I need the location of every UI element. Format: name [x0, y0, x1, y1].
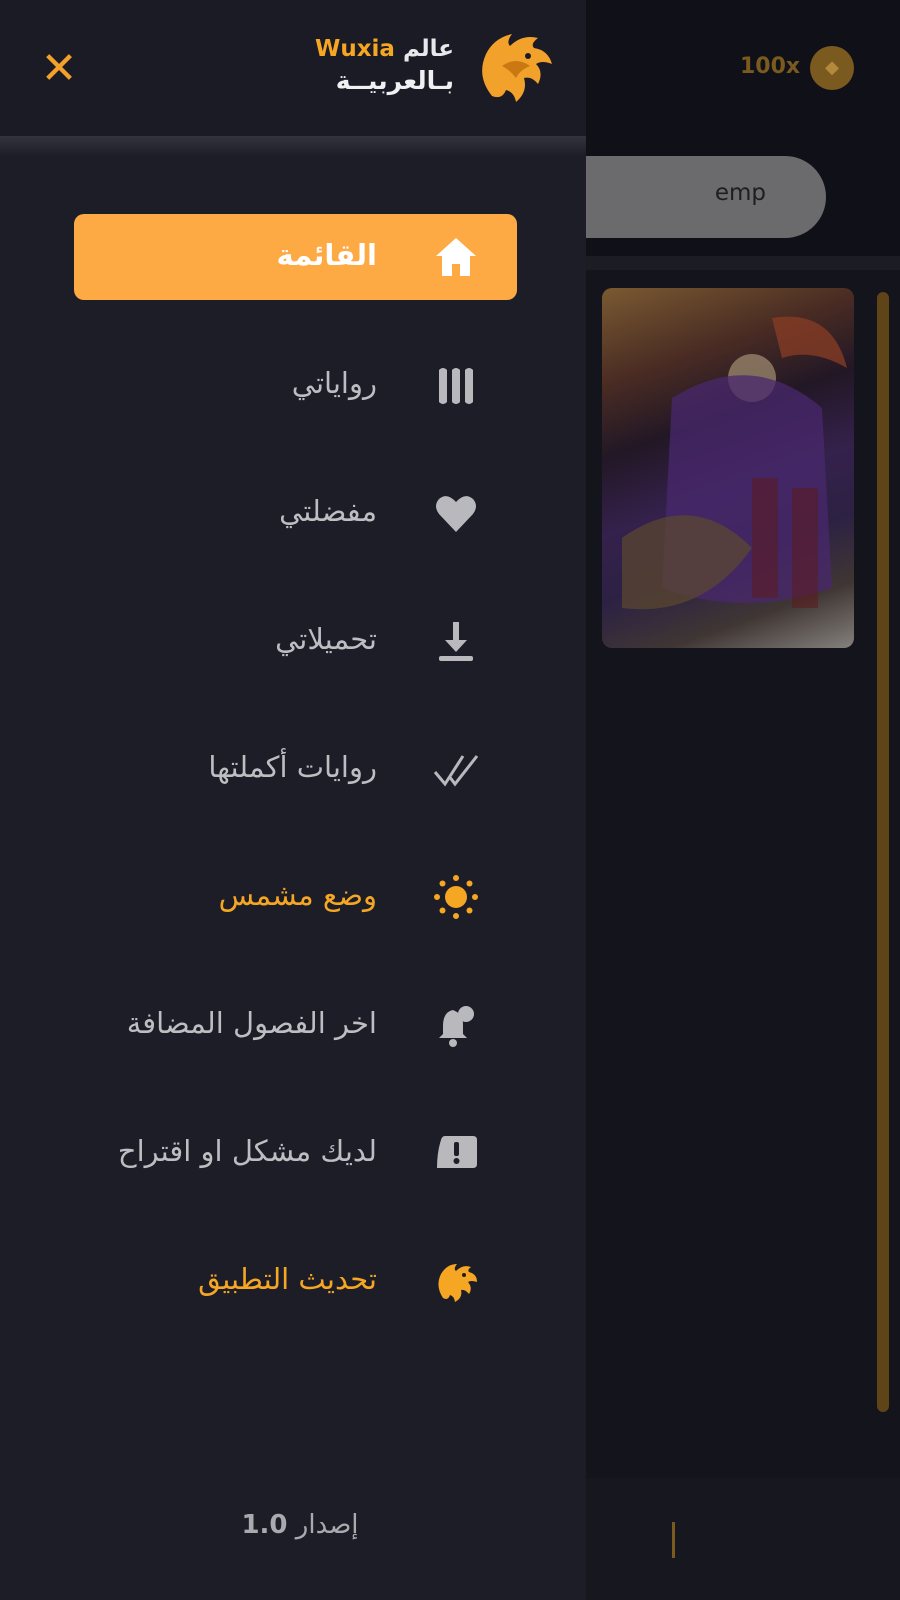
menu-item-home[interactable]: القائمة: [74, 214, 517, 300]
menu-item-label: تحميلاتي: [275, 622, 377, 656]
menu-item-label: تحديث التطبيق: [198, 1262, 377, 1296]
dragon-icon: [438, 1264, 477, 1302]
coin-icon: ◆: [810, 46, 854, 90]
logo-title: Wuxia عالم: [315, 36, 454, 62]
logo-subtitle: بـالعربيــة: [335, 66, 454, 95]
search-bar[interactable]: emp: [560, 156, 826, 238]
books-icon: [439, 368, 473, 404]
download-icon: [439, 622, 473, 661]
navigation-drawer: ✕ Wuxia عالم بـالعربيــة القائمة رواياتي: [0, 0, 586, 1600]
app-logo-text: Wuxia عالم بـالعربيــة: [315, 36, 454, 95]
menu-item-latest-chapters[interactable]: اخر الفصول المضافة: [74, 982, 517, 1068]
menu-item-label: اخر الفصول المضافة: [126, 1006, 377, 1040]
menu-item-label: القائمة: [276, 238, 377, 272]
search-text: emp: [714, 180, 766, 206]
menu-item-downloads[interactable]: تحميلاتي: [74, 598, 517, 684]
menu-item-completed[interactable]: روايات أكملتها: [74, 726, 517, 812]
scrollbar[interactable]: [877, 292, 889, 1412]
menu-item-favorites[interactable]: مفضلتي: [74, 470, 517, 556]
drawer-header: ✕ Wuxia عالم بـالعربيــة: [0, 0, 586, 136]
menu-item-light-mode[interactable]: وضع مشمس: [74, 854, 517, 940]
menu-item-label: وضع مشمس: [218, 878, 377, 912]
header-shadow: [0, 136, 586, 156]
sun-icon: [434, 875, 478, 919]
menu-item-update-app[interactable]: تحديث التطبيق: [74, 1238, 517, 1324]
version-number: 1.0: [241, 1510, 288, 1540]
background-divider: [560, 256, 900, 270]
menu-item-report-problem[interactable]: لديك مشكل او اقتراح: [74, 1110, 517, 1196]
novel-cover[interactable]: [602, 288, 854, 648]
bottom-indicator: [672, 1522, 675, 1558]
logo-wuxia: Wuxia: [314, 36, 395, 62]
menu-item-label: لديك مشكل او اقتراح: [117, 1134, 377, 1168]
double-check-icon: [433, 755, 479, 787]
bell-icon: [439, 1006, 474, 1047]
alert-icon: [437, 1136, 477, 1168]
app-version: 1.0 إصدار: [200, 1510, 400, 1540]
close-icon[interactable]: ✕: [36, 46, 82, 92]
dragon-logo-icon: [482, 34, 552, 102]
cover-art: [622, 316, 847, 610]
menu-item-label: رواياتي: [291, 366, 377, 400]
version-label: إصدار: [295, 1510, 359, 1540]
menu-item-label: روايات أكملتها: [208, 750, 377, 784]
coin-count: 100x: [740, 54, 801, 79]
background-bottom-bar: [560, 1478, 900, 1600]
menu-item-my-novels[interactable]: رواياتي: [74, 342, 517, 428]
logo-world: عالم: [402, 36, 454, 62]
home-icon: [436, 238, 476, 276]
heart-icon: [436, 496, 476, 532]
menu-item-label: مفضلتي: [279, 494, 377, 528]
